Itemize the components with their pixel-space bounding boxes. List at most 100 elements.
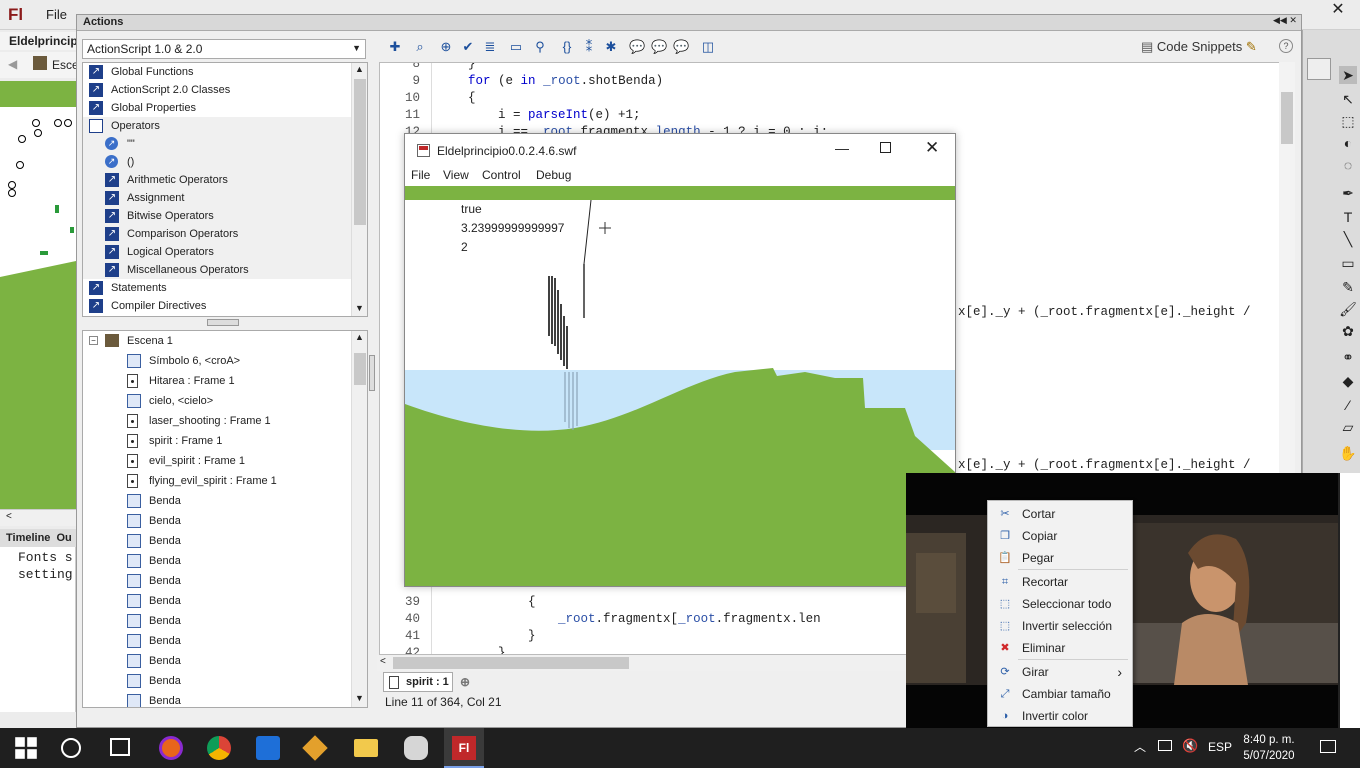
menu-item-rotate[interactable]: ⟳ Girar ›: [988, 661, 1132, 683]
code-line[interactable]: for (e in _root.shotBenda): [438, 74, 663, 88]
swf-menu-control[interactable]: Control: [482, 168, 521, 182]
collapse-icon[interactable]: ◀◀ ✕: [1273, 15, 1297, 26]
toolbox-item[interactable]: ↗ Logical Operators: [83, 243, 351, 261]
line-tool-icon[interactable]: ╲: [1339, 230, 1357, 248]
notifications-icon[interactable]: [1320, 740, 1336, 753]
code-line[interactable]: {: [438, 595, 536, 609]
bone-tool-icon[interactable]: ⚭: [1339, 348, 1357, 366]
tab-output[interactable]: Ou: [56, 529, 77, 547]
stage-hscroll[interactable]: <: [0, 509, 76, 526]
pencil-tool-icon[interactable]: ✎: [1339, 278, 1357, 296]
code-line[interactable]: }: [438, 646, 506, 654]
windows-start-icon[interactable]: [14, 736, 38, 760]
clock[interactable]: 8:40 p. m. 5/07/2020: [1236, 732, 1302, 764]
toolbox-item[interactable]: ↗ Compiler Directives: [83, 297, 351, 315]
maximize-icon[interactable]: [880, 142, 891, 153]
code-line[interactable]: }: [438, 63, 476, 71]
menu-item-copy[interactable]: ❐ Copiar: [988, 525, 1132, 547]
code-line[interactable]: {: [438, 91, 476, 105]
line-comment-icon[interactable]: 💬: [651, 39, 667, 55]
deco-tool-icon[interactable]: ✿: [1339, 322, 1357, 340]
lasso-icon[interactable]: ◌: [1339, 156, 1357, 174]
editor-hscroll[interactable]: <: [377, 655, 981, 671]
script-tab[interactable]: spirit : 1 ⊕: [383, 672, 470, 692]
language-indicator[interactable]: ESP: [1208, 740, 1232, 754]
stage[interactable]: [0, 81, 76, 509]
task-view-icon[interactable]: [110, 738, 130, 756]
debug-options-icon[interactable]: ⚲: [532, 39, 548, 55]
close-icon[interactable]: ✕: [925, 138, 939, 158]
toolbox-item[interactable]: ↗ Global Functions: [83, 63, 351, 81]
block-comment-icon[interactable]: 💬: [629, 39, 645, 55]
toolbox-item[interactable]: ↗ ActionScript 2.0 Classes: [83, 81, 351, 99]
tab-timeline[interactable]: Timeline: [0, 529, 56, 547]
selection-tool-icon[interactable]: ➤: [1339, 66, 1357, 84]
collapse-between-icon[interactable]: {}: [559, 39, 575, 55]
toolbox-item[interactable]: ↗ (): [83, 153, 351, 171]
remove-comment-icon[interactable]: 💬: [673, 39, 689, 55]
toolbox-item[interactable]: Operators: [83, 117, 351, 135]
menu-item-resize[interactable]: ⤢ Cambiar tamaño: [988, 683, 1132, 705]
rectangle-tool-icon[interactable]: ▭: [1339, 254, 1357, 272]
tree-scrollbar[interactable]: ▲ ▼: [351, 331, 367, 707]
add-statement-icon[interactable]: ✚: [387, 39, 403, 55]
paint-app-icon[interactable]: [404, 736, 428, 760]
search-icon[interactable]: [61, 738, 81, 758]
toolbox-item[interactable]: ↗ Comparison Operators: [83, 225, 351, 243]
chrome-icon[interactable]: [207, 736, 231, 760]
menu-item-scissors[interactable]: ✂ Cortar: [988, 503, 1132, 525]
swf-title-bar[interactable]: Eldelprincipio0.0.2.4.6.swf — ✕: [405, 134, 955, 166]
toolbox-item[interactable]: ↗ "": [83, 135, 351, 153]
show-hide-toolbox-icon[interactable]: ◫: [700, 39, 716, 55]
eraser-icon[interactable]: ▱: [1339, 418, 1357, 436]
swf-game-canvas[interactable]: true 3.23999999999997 2: [405, 186, 955, 586]
paint-bucket-icon[interactable]: ◆: [1339, 372, 1357, 390]
panel-splitter[interactable]: [207, 319, 239, 326]
eyedropper-icon[interactable]: ⁄: [1339, 396, 1357, 414]
file-explorer-icon[interactable]: [354, 739, 378, 757]
code-line[interactable]: i = parseInt(e) +1;: [438, 108, 641, 122]
menu-item-paste[interactable]: 📋 Pegar: [988, 547, 1132, 569]
close-icon[interactable]: ✕: [1316, 0, 1360, 20]
3d-rotation-icon[interactable]: ◐: [1339, 134, 1357, 152]
media-player-icon[interactable]: [256, 736, 280, 760]
target-path-icon[interactable]: ⊕: [438, 39, 454, 55]
collapse-selection-icon[interactable]: ⁑: [581, 39, 597, 55]
panel-icon[interactable]: [1307, 58, 1331, 80]
document-tab[interactable]: Eldelprincipi: [0, 32, 81, 50]
menu-item-invert-selection[interactable]: ⬚ Invertir selección: [988, 615, 1132, 637]
version-select[interactable]: ActionScript 1.0 & 2.0 ▼: [82, 39, 366, 59]
volume-muted-icon[interactable]: 🔇: [1182, 738, 1198, 754]
check-syntax-icon[interactable]: ✔: [460, 39, 476, 55]
toolbox-scrollbar[interactable]: ▲ ▼: [351, 63, 367, 316]
help-icon[interactable]: ?: [1279, 39, 1293, 53]
collapse-panel-handle[interactable]: [369, 355, 375, 391]
breadcrumb[interactable]: Esce: [52, 58, 79, 72]
menu-item-select-all[interactable]: ⬚ Seleccionar todo: [988, 593, 1132, 615]
collapse-toggle-icon[interactable]: −: [89, 336, 98, 345]
hand-tool-icon[interactable]: ✋: [1339, 444, 1357, 462]
brush-tool-icon[interactable]: 🖌: [1339, 300, 1357, 318]
code-line[interactable]: }: [438, 629, 536, 643]
code-line[interactable]: _root.fragmentx[_root.fragmentx.len: [438, 612, 821, 626]
toolbox-item[interactable]: ↗ Bitwise Operators: [83, 207, 351, 225]
toolbox-item[interactable]: ↗ Statements: [83, 279, 351, 297]
back-arrow-icon[interactable]: ◀: [8, 57, 17, 71]
auto-format-icon[interactable]: ≣: [482, 39, 498, 55]
subselection-tool-icon[interactable]: ↖: [1339, 90, 1357, 108]
swf-menu-debug[interactable]: Debug: [536, 168, 571, 182]
flash-taskbar-item[interactable]: Fl: [444, 728, 484, 768]
pin-icon[interactable]: ⊕: [460, 675, 470, 689]
network-icon[interactable]: [1158, 740, 1172, 751]
find-icon[interactable]: ⌕: [412, 39, 428, 55]
menu-item-invert-color[interactable]: ◑ Invertir color: [988, 705, 1132, 727]
menu-file[interactable]: File: [46, 7, 67, 22]
text-tool-icon[interactable]: T: [1339, 208, 1357, 226]
menu-item-crop[interactable]: ⌗ Recortar: [988, 571, 1132, 593]
toolbox-item[interactable]: ↗ Assignment: [83, 189, 351, 207]
tool-app-icon[interactable]: [302, 735, 328, 761]
toolbox-item[interactable]: ↗ Arithmetic Operators: [83, 171, 351, 189]
swf-menu-file[interactable]: File: [411, 168, 430, 182]
menu-item-delete[interactable]: ✖ Eliminar: [988, 637, 1132, 659]
code-hint-icon[interactable]: ▭: [508, 39, 524, 55]
